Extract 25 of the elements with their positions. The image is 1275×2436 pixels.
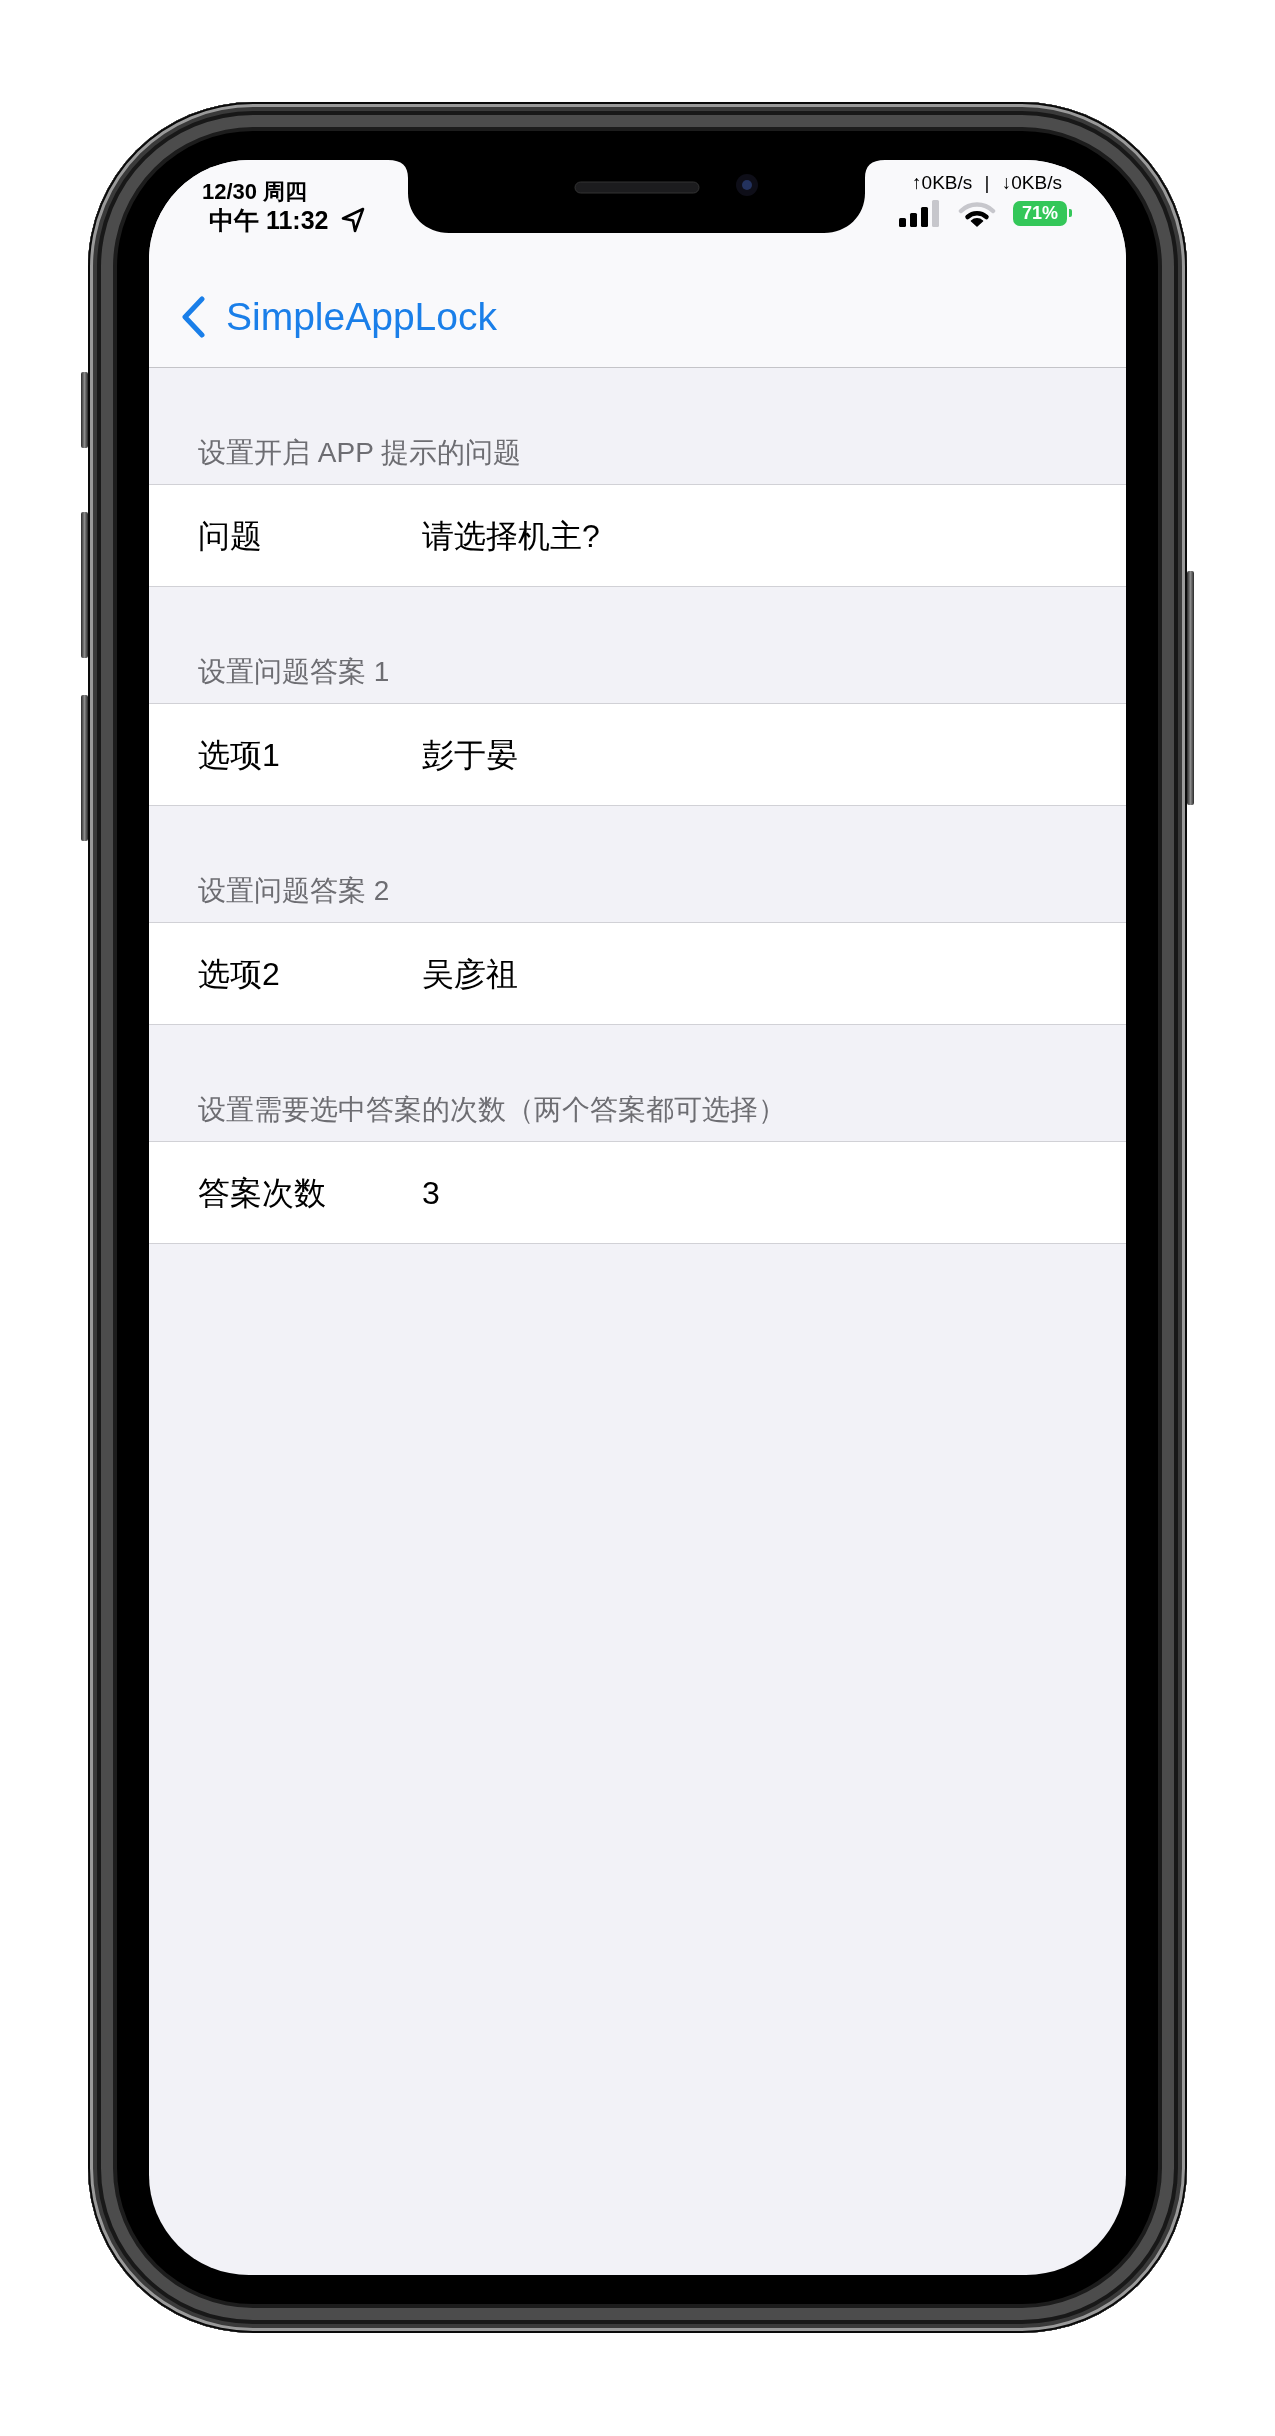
battery-indicator: 71% — [1013, 200, 1072, 226]
row-label: 问题 — [198, 516, 262, 556]
signal-icon — [899, 199, 941, 227]
status-date: 12/30 周四 — [202, 178, 308, 206]
section-header: 设置需要选中答案的次数（两个答案都可选择） — [198, 1094, 786, 1126]
row-value: 请选择机主? — [422, 516, 600, 556]
row-value: 3 — [422, 1173, 440, 1213]
network-speed: ↑0KB/s | ↓0KB/s — [912, 172, 1062, 194]
wifi-icon — [958, 199, 996, 227]
settings-row[interactable]: 问题 请选择机主? — [149, 484, 1126, 587]
row-label: 答案次数 — [198, 1173, 326, 1213]
status-time: 中午 11:32 — [209, 206, 329, 234]
settings-row[interactable]: 答案次数 3 — [149, 1141, 1126, 1244]
row-label: 选项1 — [198, 735, 280, 775]
back-button[interactable]: SimpleAppLock — [180, 293, 497, 340]
settings-row[interactable]: 选项1 彭于晏 — [149, 703, 1126, 806]
chevron-left-icon — [180, 295, 206, 338]
location-arrow-icon — [340, 207, 365, 233]
row-label: 选项2 — [198, 954, 280, 994]
row-value: 彭于晏 — [422, 735, 518, 775]
section-header: 设置问题答案 2 — [198, 875, 390, 907]
section-header: 设置问题答案 1 — [198, 656, 390, 688]
row-value: 吴彦祖 — [422, 954, 518, 994]
section-header: 设置开启 APP 提示的问题 — [198, 437, 522, 469]
settings-row[interactable]: 选项2 吴彦祖 — [149, 922, 1126, 1025]
